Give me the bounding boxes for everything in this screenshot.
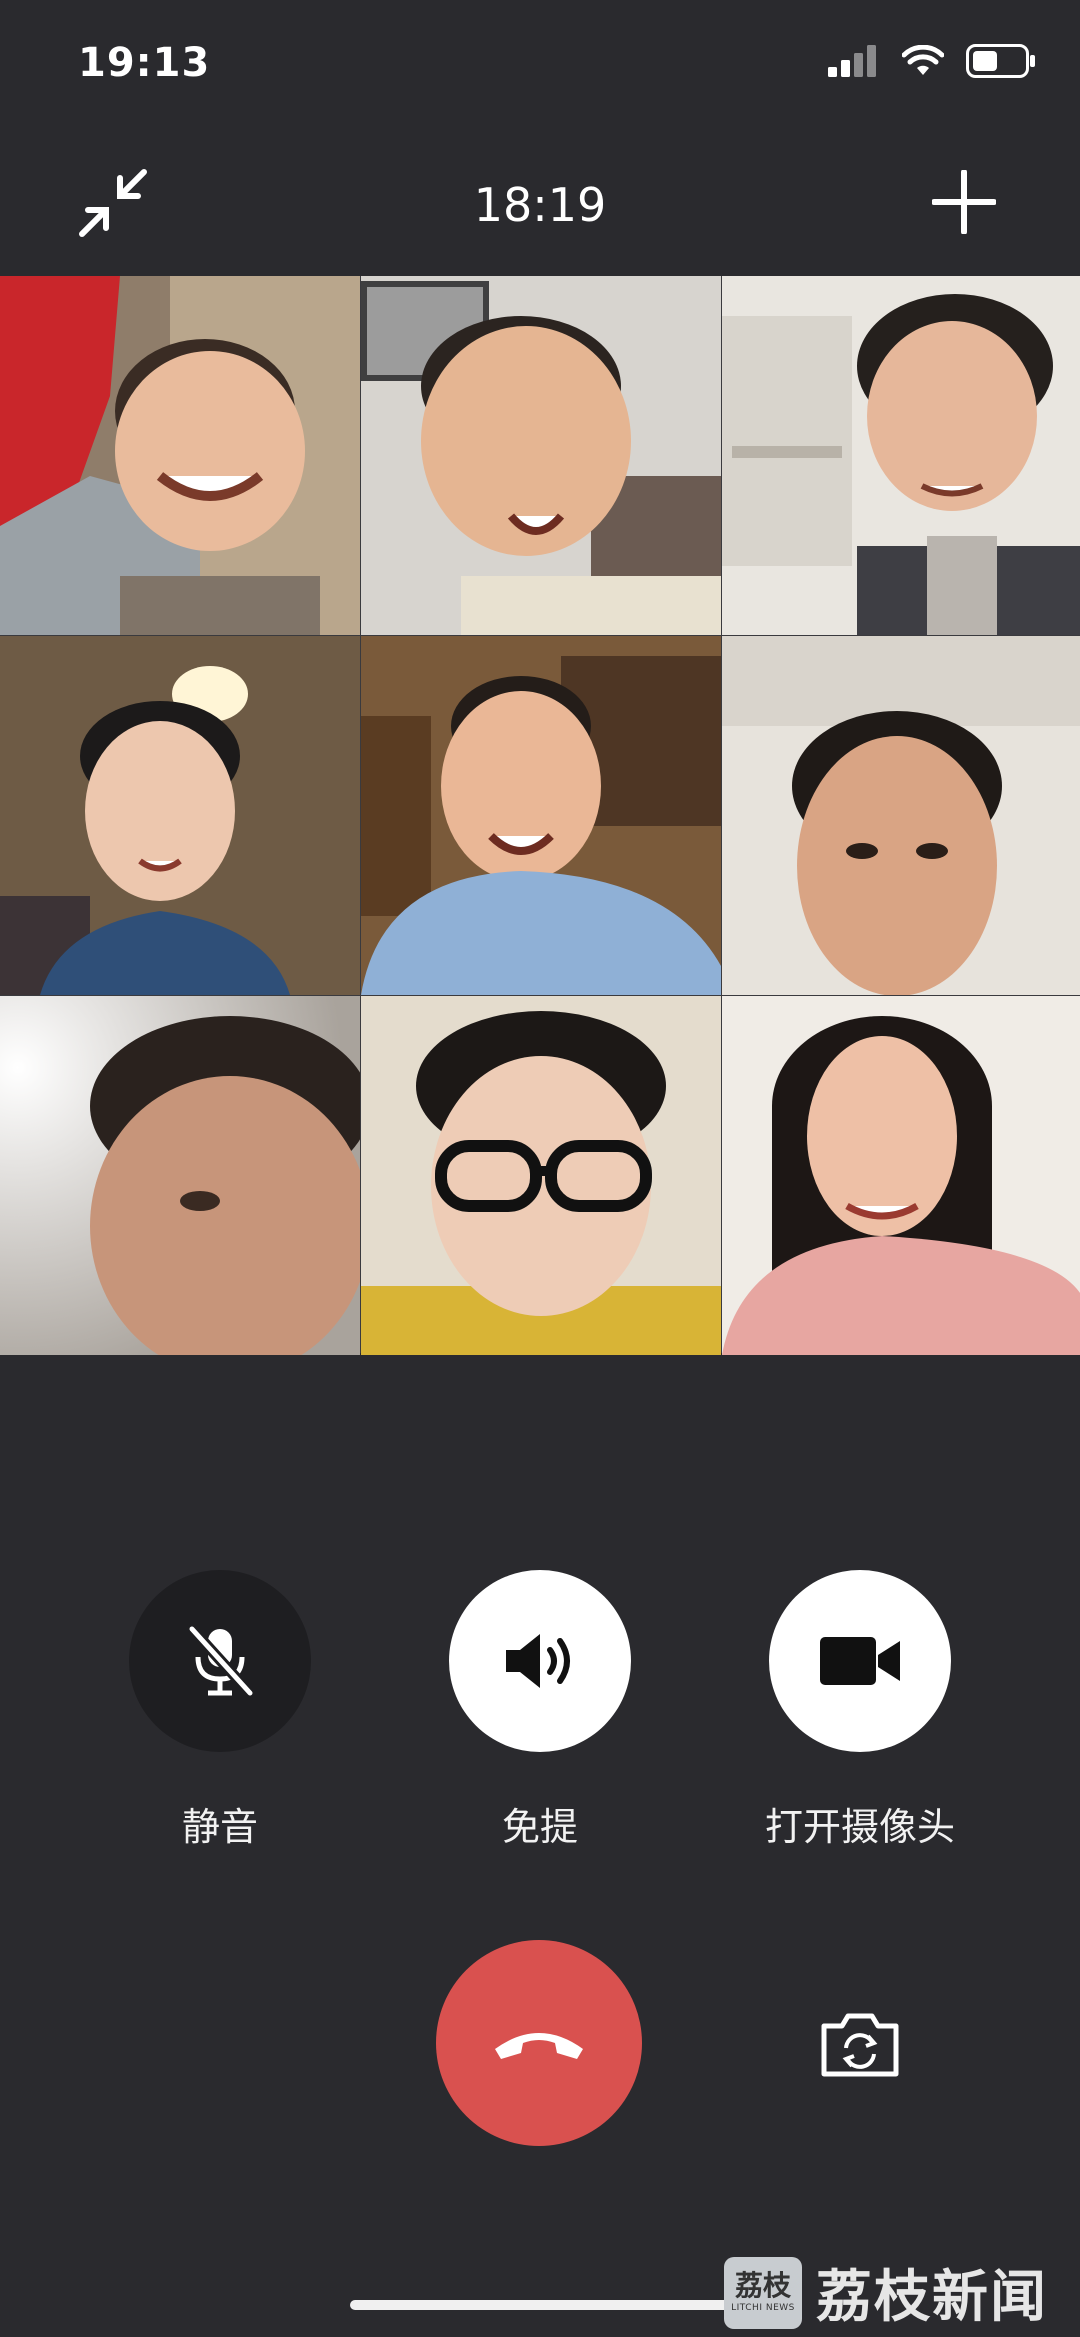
watermark-text: 荔枝新闻 bbox=[816, 2265, 1048, 2330]
call-duration: 18:19 bbox=[473, 178, 607, 232]
status-icons bbox=[828, 44, 1036, 78]
watermark-logo-cn: 荔枝 bbox=[734, 2269, 791, 2302]
call-top-bar: 18:19 bbox=[0, 150, 1080, 260]
status-bar: 19:13 bbox=[0, 0, 1080, 130]
video-camera-icon bbox=[820, 1637, 900, 1685]
litchi-news-watermark: 荔枝 LITCHI NEWS 荔枝新闻 bbox=[724, 2248, 1080, 2337]
call-controls: 静音 免提 打开摄像头 bbox=[0, 1570, 1080, 1870]
participant-video-1[interactable] bbox=[0, 276, 360, 635]
battery-icon bbox=[966, 44, 1035, 78]
hang-up-icon bbox=[495, 2033, 583, 2059]
mic-off-icon bbox=[187, 1625, 255, 1697]
participant-video-6[interactable] bbox=[722, 636, 1080, 995]
watermark-logo-en: LITCHI NEWS bbox=[731, 2303, 795, 2313]
end-call-button[interactable] bbox=[436, 1940, 642, 2146]
participant-video-4[interactable] bbox=[0, 636, 360, 995]
participant-video-7[interactable] bbox=[0, 996, 360, 1355]
speaker-label: 免提 bbox=[501, 1805, 578, 1849]
plus-icon bbox=[931, 169, 997, 235]
speaker-button[interactable] bbox=[449, 1570, 631, 1752]
home-indicator[interactable] bbox=[350, 2300, 730, 2310]
wifi-icon bbox=[902, 45, 944, 75]
camera-button[interactable] bbox=[769, 1570, 951, 1752]
video-grid bbox=[0, 276, 1080, 1355]
camera-control: 打开摄像头 bbox=[710, 1570, 1010, 1851]
signal-icon bbox=[828, 45, 876, 77]
participant-video-2[interactable] bbox=[361, 276, 721, 635]
participant-video-3[interactable] bbox=[722, 276, 1080, 635]
participant-video-5[interactable] bbox=[361, 636, 721, 995]
add-participant-button[interactable] bbox=[931, 169, 997, 235]
flip-camera-button[interactable] bbox=[818, 2010, 902, 2080]
switch-camera-icon bbox=[821, 2013, 899, 2077]
mute-label: 静音 bbox=[181, 1805, 258, 1849]
mute-control: 静音 bbox=[70, 1570, 370, 1851]
participant-video-9[interactable] bbox=[722, 996, 1080, 1355]
speaker-icon bbox=[506, 1634, 570, 1688]
camera-label: 打开摄像头 bbox=[764, 1805, 955, 1849]
watermark-logo: 荔枝 LITCHI NEWS bbox=[724, 2256, 802, 2329]
participant-video-8[interactable] bbox=[361, 996, 721, 1355]
speaker-control: 免提 bbox=[390, 1570, 690, 1851]
mute-button[interactable] bbox=[129, 1570, 311, 1752]
status-time: 19:13 bbox=[78, 40, 211, 86]
